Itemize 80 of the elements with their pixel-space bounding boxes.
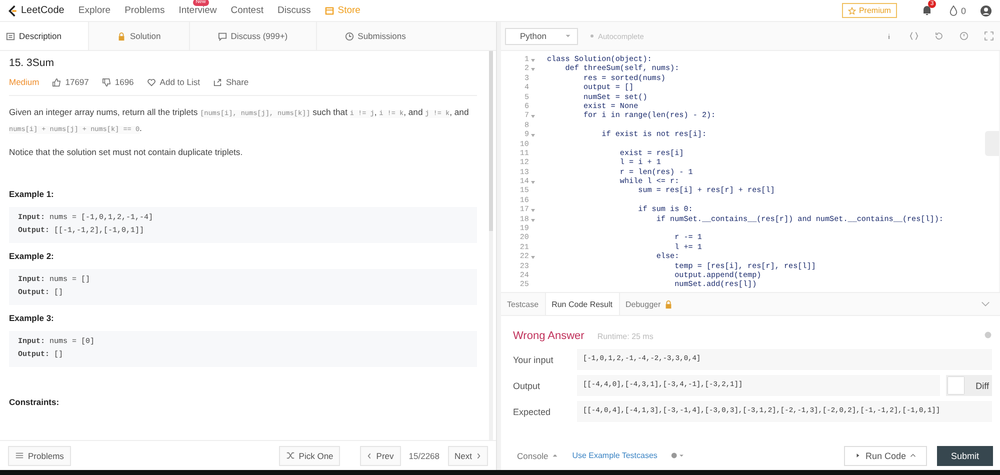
page-counter: 15/2268: [408, 450, 440, 460]
add-to-list-button[interactable]: Add to List: [146, 77, 200, 87]
help-icon[interactable]: [984, 331, 992, 339]
braces-icon[interactable]: [909, 31, 919, 41]
help-menu-icon[interactable]: [671, 452, 686, 459]
fold-arrow-icon[interactable]: [531, 181, 535, 184]
use-example-link[interactable]: Use Example Testcases: [572, 451, 658, 460]
example-heading: Example 2:: [9, 251, 55, 261]
prev-button[interactable]: Prev: [360, 446, 401, 466]
reset-icon[interactable]: [934, 31, 944, 41]
play-icon: [855, 453, 862, 458]
console-tab[interactable]: Debugger: [620, 293, 667, 315]
share-icon: [212, 78, 222, 86]
nav-link[interactable]: Problems: [124, 5, 165, 16]
chevron-left-icon: [367, 452, 372, 460]
console-tab[interactable]: Run Code Result: [544, 293, 620, 315]
like-button[interactable]: 17697: [52, 77, 89, 87]
runtime-label: Runtime: 25 ms: [597, 332, 654, 341]
document-icon: [6, 32, 15, 40]
heart-icon: [146, 78, 156, 86]
list-icon: [15, 451, 24, 460]
nav-link[interactable]: Explore: [78, 5, 111, 16]
logo-icon[interactable]: [8, 4, 18, 16]
problem-title: 15. 3Sum: [9, 57, 55, 69]
nav-link[interactable]: Discuss: [277, 5, 311, 16]
thumbs-up-icon: [52, 78, 62, 86]
fold-arrow-icon[interactable]: [531, 68, 535, 72]
star-icon: [848, 6, 856, 14]
clock-icon: [344, 32, 354, 40]
scrollbar[interactable]: [489, 51, 493, 440]
fold-arrow-icon[interactable]: [531, 256, 535, 260]
avatar-icon[interactable]: [980, 4, 992, 16]
fold-arrow-icon[interactable]: [531, 218, 535, 222]
pick-one-button[interactable]: Pick One: [278, 446, 340, 466]
drop-icon[interactable]: [948, 5, 958, 16]
tab[interactable]: Submissions: [316, 22, 434, 50]
nav-link[interactable]: Contest: [230, 5, 264, 16]
store-icon: [324, 6, 334, 15]
result-label: Output: [513, 380, 542, 390]
caret-icon: [552, 453, 558, 458]
fold-arrow-icon[interactable]: [531, 209, 535, 212]
next-button[interactable]: Next: [448, 446, 488, 466]
tab[interactable]: Discuss (999+): [188, 22, 316, 50]
example-heading: Example 1:: [9, 189, 55, 199]
coins-counter: 0: [960, 6, 966, 16]
fold-arrow-icon[interactable]: [531, 115, 535, 118]
chevron-icon[interactable]: [981, 301, 990, 307]
diff-toggle[interactable]: Diff: [946, 375, 992, 396]
console-button[interactable]: Console: [517, 450, 558, 460]
caret-icon: [565, 34, 571, 38]
chat-icon: [218, 32, 227, 40]
result-label: Your input: [513, 354, 554, 364]
share-button[interactable]: Share: [212, 77, 249, 87]
verdict-label: Wrong Answer: [513, 330, 584, 342]
fold-arrow-icon[interactable]: [531, 59, 535, 62]
tab[interactable]: Description: [0, 22, 88, 50]
constraints-heading: Constraints:: [9, 397, 60, 407]
clock-icon[interactable]: [959, 31, 969, 41]
submit-button[interactable]: Submit: [936, 446, 993, 466]
thumbs-down-icon: [102, 78, 111, 86]
nav-link[interactable]: Interview: [178, 5, 217, 16]
problems-button[interactable]: Problems: [8, 446, 71, 466]
difficulty-label: Medium: [9, 77, 40, 87]
fold-arrow-icon[interactable]: [531, 134, 535, 138]
chevron-up-icon: [910, 453, 916, 458]
console-tab[interactable]: Testcase: [501, 293, 545, 315]
chevron-right-icon: [476, 452, 481, 460]
run-code-button[interactable]: Run Code: [844, 446, 927, 466]
brand-name[interactable]: LeetCode: [21, 5, 64, 16]
fullscreen-icon[interactable]: [984, 31, 994, 41]
shuffle-icon: [286, 451, 295, 460]
lock-icon: [117, 32, 126, 40]
bell-icon[interactable]: [920, 4, 933, 16]
result-label: Expected: [513, 406, 552, 416]
example-heading: Example 3:: [9, 313, 55, 323]
language-select[interactable]: Python: [505, 28, 578, 44]
dot-icon: [590, 34, 594, 38]
tab[interactable]: Solution: [88, 22, 189, 50]
description-paragraph: Notice that the solution set must not contain duplicate triplets.: [9, 146, 244, 159]
dislike-button[interactable]: 1696: [102, 77, 134, 87]
